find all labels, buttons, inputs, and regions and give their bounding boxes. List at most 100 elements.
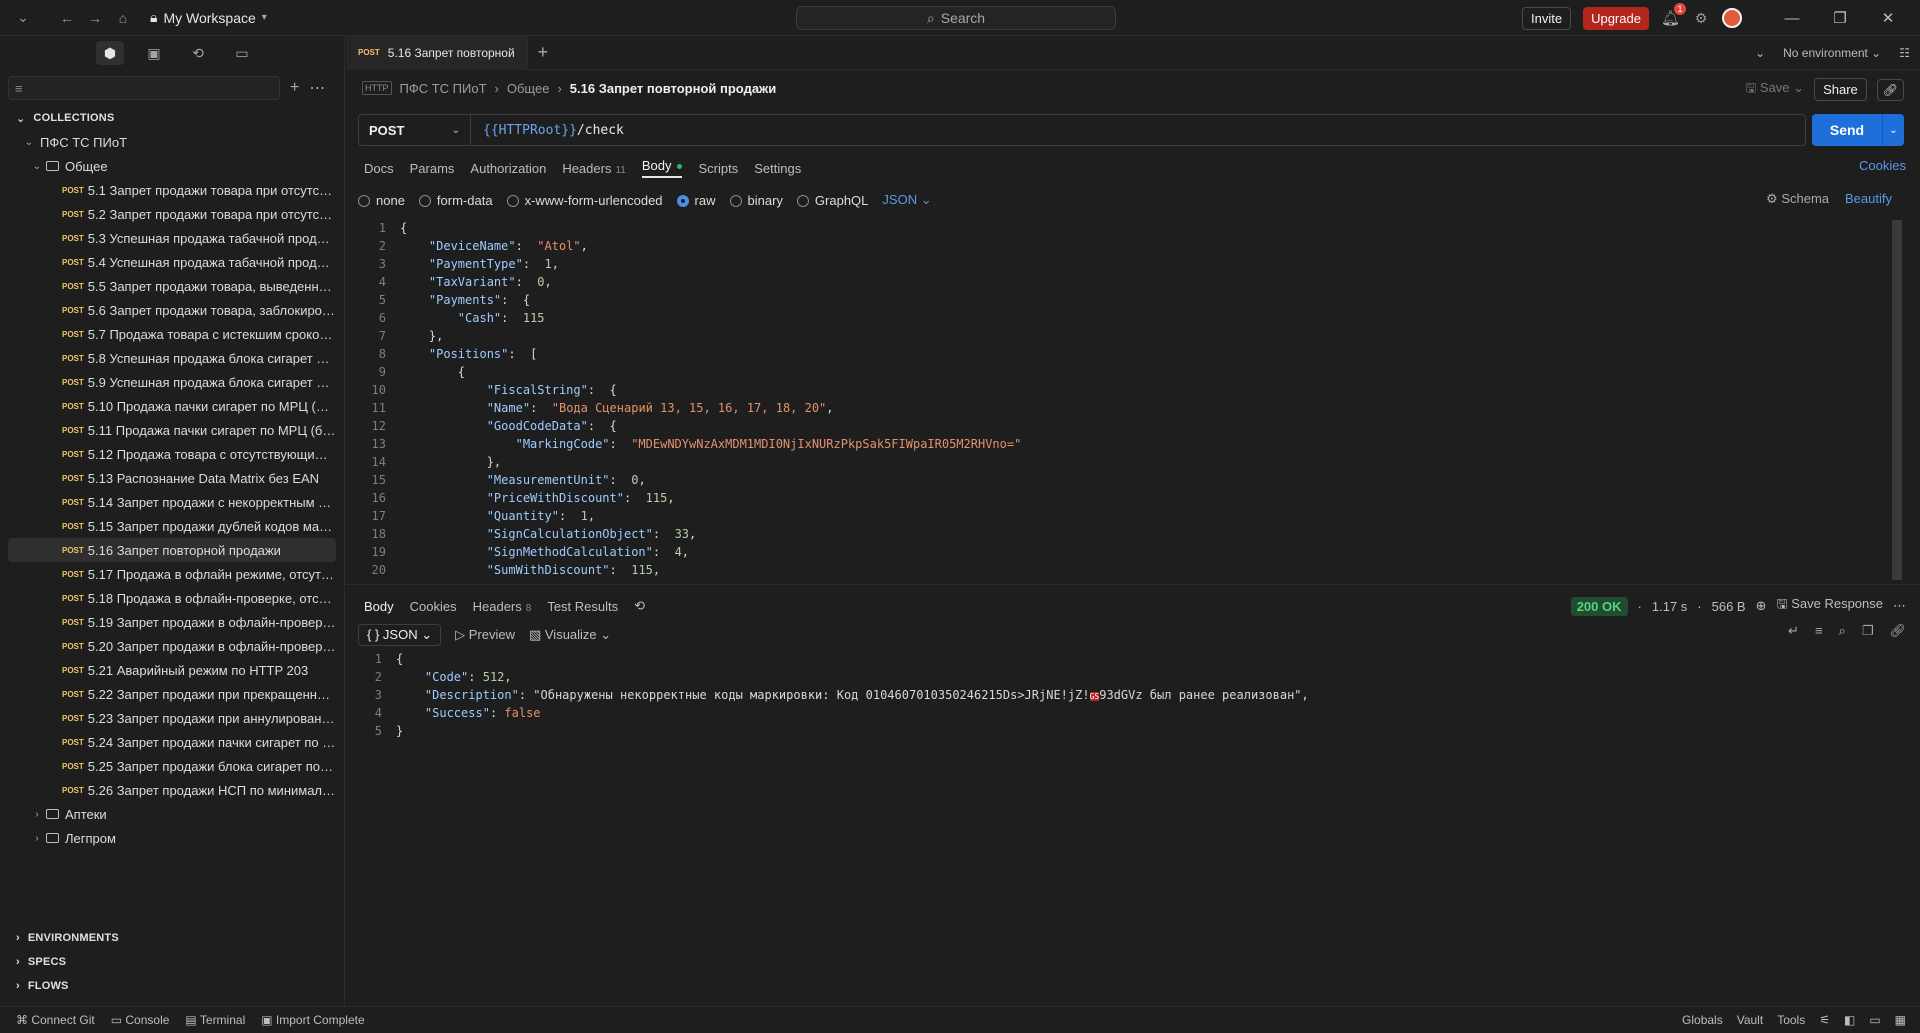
tabs-chevron-icon[interactable]: ⌄ xyxy=(1755,46,1765,60)
request-body-editor[interactable]: 1{2 "DeviceName": "Atol", 3 "PaymentType"… xyxy=(362,219,1902,583)
sidebar-request-item[interactable]: POST 5.16 Запрет повторной продажи xyxy=(8,538,336,562)
response-tab-body[interactable]: Body xyxy=(364,599,394,614)
tab-authorization[interactable]: Authorization xyxy=(470,161,546,176)
response-size[interactable]: 566 B xyxy=(1712,599,1746,614)
save-response-button[interactable]: 🖫︎ Save Response xyxy=(1777,595,1883,617)
sidebar-request-item[interactable]: POST 5.2 Запрет продажи товара при отсутс… xyxy=(8,202,336,226)
editor-scrollbar[interactable] xyxy=(1892,220,1902,580)
sidebar-request-item[interactable]: POST 5.11 Продажа пачки сигарет по МРЦ (б… xyxy=(8,418,336,442)
vault-button[interactable]: Vault xyxy=(1737,1013,1763,1027)
collections-icon[interactable]: ⬢ xyxy=(96,41,124,65)
sidebar-request-item[interactable]: POST 5.20 Запрет продажи в офлайн-проверк… xyxy=(8,634,336,658)
environments-icon[interactable]: ▣ xyxy=(140,41,168,65)
sidebar-request-item[interactable]: POST 5.23 Запрет продажи при аннулированн… xyxy=(8,706,336,730)
sidebar-request-item[interactable]: POST 5.1 Запрет продажи товара при отсутс… xyxy=(8,178,336,202)
sidebar-request-item[interactable]: POST 5.25 Запрет продажи блока сигарет по… xyxy=(8,754,336,778)
import-status[interactable]: ▣ Import Complete xyxy=(261,1013,364,1027)
copy-icon[interactable]: ❐ xyxy=(1862,623,1874,639)
tab-body[interactable]: Body xyxy=(641,158,683,178)
folder-item-closed[interactable]: › Легпром xyxy=(0,826,344,850)
url-input[interactable]: {{HTTPRoot}}/check xyxy=(471,123,624,138)
sidebar-request-item[interactable]: POST 5.22 Запрет продажи при прекращенном… xyxy=(8,682,336,706)
link-icon[interactable]: 🔗︎ xyxy=(1876,78,1904,101)
radio-button[interactable] xyxy=(506,195,519,208)
breadcrumb-request[interactable]: 5.16 Запрет повторной продажи xyxy=(570,81,776,96)
radio-button[interactable] xyxy=(676,195,689,208)
tab-settings[interactable]: Settings xyxy=(754,161,801,176)
back-arrow-icon[interactable]: ← xyxy=(58,10,76,26)
sidebar-request-item[interactable]: POST 5.15 Запрет продажи дублей кодов мар… xyxy=(8,514,336,538)
globe-icon[interactable]: ⊕ xyxy=(1756,598,1767,614)
sidebar-request-item[interactable]: POST 5.19 Запрет продажи в офлайн-проверк… xyxy=(8,610,336,634)
sidebar-request-item[interactable]: POST 5.9 Успешная продажа блока сигарет п… xyxy=(8,370,336,394)
minimize-icon[interactable]: — xyxy=(1774,10,1810,27)
plus-icon[interactable]: + xyxy=(290,79,299,97)
grid-icon[interactable]: ▦ xyxy=(1895,1013,1906,1027)
body-type-graphql[interactable]: GraphQL xyxy=(796,193,868,208)
history-icon[interactable]: ⟲ xyxy=(184,41,212,65)
tab-request-516[interactable]: POST 5.16 Запрет повторной xyxy=(346,35,528,70)
tab-scripts[interactable]: Scripts xyxy=(698,161,738,176)
terminal-button[interactable]: ▤ Terminal xyxy=(185,1013,245,1027)
new-tab-plus-icon[interactable]: + xyxy=(528,42,559,63)
search-input[interactable]: ⌕ Search xyxy=(796,6,1116,30)
status-badge[interactable]: 200 OK xyxy=(1570,596,1628,616)
sidebar-request-item[interactable]: POST 5.18 Продажа в офлайн-проверке, отсу… xyxy=(8,586,336,610)
sidebar-request-item[interactable]: POST 5.7 Продажа товара с истекшим сроком… xyxy=(8,322,336,346)
wrap-lines-icon[interactable]: ↵ xyxy=(1788,623,1799,639)
breadcrumb-collection[interactable]: ПФС ТС ПИоТ xyxy=(400,81,487,96)
specs-section[interactable]: › SPECS xyxy=(0,950,345,974)
gear-icon[interactable]: ⚙ xyxy=(1692,10,1710,27)
collections-section[interactable]: ⌄ COLLECTIONS xyxy=(0,106,344,130)
tab-params[interactable]: Params xyxy=(410,161,455,176)
response-divider[interactable] xyxy=(346,584,1920,585)
restore-icon[interactable]: ❐ xyxy=(1822,9,1858,27)
folder-icon[interactable]: ▭ xyxy=(228,41,256,65)
more-icon[interactable]: ⋯ xyxy=(309,78,325,98)
body-type-x-www-form-urlencoded[interactable]: x-www-form-urlencoded xyxy=(506,193,663,208)
panel-icon[interactable]: ▭ xyxy=(1869,1013,1880,1027)
send-button[interactable]: Send xyxy=(1812,114,1882,146)
body-format-select[interactable]: JSON ⌄ xyxy=(882,192,931,208)
save-button[interactable]: 🖫︎ Save ⌄ xyxy=(1745,79,1804,101)
send-dropdown-icon[interactable]: ⌄ xyxy=(1882,114,1904,146)
method-select[interactable]: POST ⌄ xyxy=(359,115,471,145)
globals-button[interactable]: Globals xyxy=(1682,1013,1723,1027)
response-tab-headers[interactable]: Headers 8 xyxy=(473,599,532,614)
collection-item[interactable]: ⌄ ПФС ТС ПИоТ xyxy=(0,130,344,154)
avatar[interactable] xyxy=(1722,8,1742,28)
folder-item-open[interactable]: ⌄ Общее xyxy=(0,154,344,178)
preview-button[interactable]: ▷ Preview xyxy=(455,627,515,643)
radio-button[interactable] xyxy=(729,195,742,208)
sidebar-request-item[interactable]: POST 5.3 Успешная продажа табачной продук… xyxy=(8,226,336,250)
notifications-bell-icon[interactable]: 🔔︎ 1 xyxy=(1661,3,1686,27)
beautify-button[interactable]: Beautify xyxy=(1845,191,1892,207)
tab-headers[interactable]: Headers 11 xyxy=(562,161,626,176)
sidebar-request-item[interactable]: POST 5.6 Запрет продажи товара, заблокиро… xyxy=(8,298,336,322)
radio-button[interactable] xyxy=(358,195,370,208)
tools-button[interactable]: Tools xyxy=(1777,1013,1805,1027)
sidebar-request-item[interactable]: POST 5.5 Запрет продажи товара, выведенно… xyxy=(8,274,336,298)
response-tab-test-results[interactable]: Test Results xyxy=(547,599,618,614)
console-button[interactable]: ▭ Console xyxy=(111,1013,170,1027)
history-icon[interactable]: ⟲ xyxy=(634,598,645,614)
sidebar-request-item[interactable]: POST 5.12 Продажа товара с отсутствующими… xyxy=(8,442,336,466)
filter-icon[interactable]: ≡ xyxy=(1815,623,1823,639)
body-type-form-data[interactable]: form-data xyxy=(418,193,493,208)
response-tab-cookies[interactable]: Cookies xyxy=(410,599,457,614)
sidebar-request-item[interactable]: POST 5.14 Запрет продажи с некорректным к… xyxy=(8,490,336,514)
upgrade-button[interactable]: Upgrade xyxy=(1583,6,1649,30)
response-body-viewer[interactable]: 1{2 "Code": 512, 3 "Description": "Обнару… xyxy=(358,650,1898,740)
body-type-none[interactable]: none xyxy=(358,193,405,208)
sidebar-request-item[interactable]: POST 5.17 Продажа в офлайн режиме, отсутс… xyxy=(8,562,336,586)
connect-git-button[interactable]: ⌘ Connect Git xyxy=(16,1013,95,1027)
link-icon[interactable]: 🔗︎ xyxy=(1889,623,1906,639)
schema-button[interactable]: ⚙ Schema xyxy=(1766,191,1829,207)
sidebar-request-item[interactable]: POST 5.26 Запрет продажи НСП по минимальн… xyxy=(8,778,336,802)
radio-button[interactable] xyxy=(418,195,431,208)
sidebar-request-item[interactable]: POST 5.10 Продажа пачки сигарет по МРЦ (д… xyxy=(8,394,336,418)
folder-item-closed[interactable]: › Аптеки xyxy=(0,802,344,826)
search-icon[interactable]: ⌕ xyxy=(1839,623,1846,639)
more-icon[interactable]: ⋯ xyxy=(1893,598,1906,614)
cookies-link[interactable]: Cookies xyxy=(1859,158,1906,173)
